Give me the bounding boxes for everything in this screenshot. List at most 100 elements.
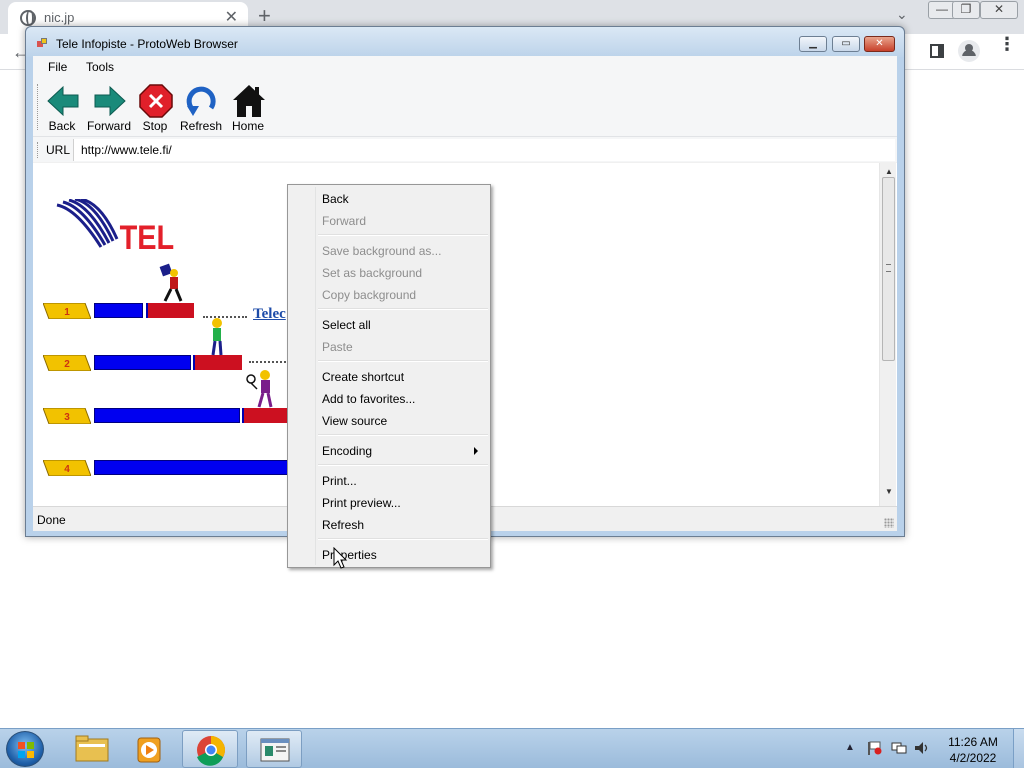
show-desktop-button[interactable] <box>1013 729 1024 768</box>
context-menu-item-forward[interactable]: Forward <box>290 209 488 231</box>
home-label: Home <box>231 119 264 133</box>
show-hidden-icons-button[interactable]: ▲ <box>845 742 855 753</box>
context-menu-item-set-as-background[interactable]: Set as background <box>290 261 488 283</box>
dotted-leader <box>249 361 289 363</box>
menu-separator <box>318 360 488 362</box>
chrome-restore-button[interactable]: ❐ <box>952 1 980 19</box>
chrome-close-button[interactable]: ✕ <box>980 1 1018 19</box>
back-arrow-icon <box>47 85 79 117</box>
window-title: Tele Infopiste - ProtoWeb Browser <box>56 37 238 51</box>
context-menu-item-copy-background[interactable]: Copy background <box>290 283 488 305</box>
back-button[interactable]: Back <box>39 82 85 134</box>
context-menu-item-label: Encoding <box>322 444 373 458</box>
home-icon <box>233 85 265 117</box>
menu-file[interactable]: File <box>48 60 67 74</box>
home-button[interactable]: Home <box>225 82 271 134</box>
profile-avatar-icon[interactable] <box>958 40 980 62</box>
tab-search-button[interactable]: ⌄ <box>896 6 908 23</box>
rank-step-1 <box>146 303 194 318</box>
menu-separator <box>318 464 488 466</box>
menu-separator <box>318 434 488 436</box>
context-menu-item-save-background-as[interactable]: Save background as... <box>290 239 488 261</box>
refresh-icon <box>186 86 216 116</box>
context-menu-item-label: Back <box>322 192 349 206</box>
rank-tag-4: 4 <box>43 460 91 476</box>
context-menu-item-label: Add to favorites... <box>322 392 416 406</box>
scroll-thumb[interactable] <box>882 177 895 361</box>
context-menu: Back Forward Save background as... Set as b… <box>287 184 491 568</box>
taskbar-media-player[interactable] <box>122 730 178 768</box>
context-menu-item-encoding[interactable]: Encoding <box>290 439 488 461</box>
network-icon[interactable] <box>891 741 907 755</box>
menu-separator <box>318 538 488 540</box>
context-menu-item-select-all[interactable]: Select all <box>290 313 488 335</box>
tab-close-icon[interactable]: ✕ <box>225 7 238 27</box>
context-menu-item-label: Forward <box>322 214 367 228</box>
action-center-flag-icon[interactable] <box>866 741 882 755</box>
taskbar-chrome[interactable] <box>182 730 238 768</box>
start-button[interactable] <box>6 731 44 767</box>
url-input[interactable] <box>73 139 895 161</box>
logo-text: TELE <box>120 218 175 251</box>
menu-separator <box>318 308 488 310</box>
protoweb-app-icon <box>37 38 48 47</box>
context-menu-item-label: Select all <box>322 318 371 332</box>
volume-icon[interactable] <box>914 741 930 755</box>
explorer-folder-icon <box>75 735 109 762</box>
urlbar-grip[interactable] <box>37 142 40 158</box>
resize-grip-icon[interactable] <box>884 518 894 528</box>
forward-arrow-icon <box>94 85 126 117</box>
context-menu-item-label: Print... <box>322 474 357 488</box>
context-menu-item-add-to-favorites[interactable]: Add to favorites... <box>290 387 488 409</box>
rank-bar-3 <box>94 408 240 423</box>
clock-time[interactable]: 11:26 AM <box>940 735 1006 749</box>
maximize-button[interactable]: ▭ <box>832 36 860 52</box>
url-label: URL <box>46 143 71 157</box>
minimize-button[interactable]: ▁ <box>799 36 827 52</box>
rank-tag-2: 2 <box>43 355 91 371</box>
rank-number: 3 <box>64 412 70 423</box>
context-menu-item-print[interactable]: Print... <box>290 469 488 491</box>
close-button[interactable]: ✕ <box>864 36 895 52</box>
globe-icon <box>20 10 36 26</box>
chrome-menu-button[interactable]: ⋮ <box>998 35 1016 53</box>
context-menu-item-label: Save background as... <box>322 244 442 258</box>
context-menu-item-create-shortcut[interactable]: Create shortcut <box>290 365 488 387</box>
context-menu-item-print-preview[interactable]: Print preview... <box>290 491 488 513</box>
scroll-down-arrow-icon[interactable]: ▼ <box>885 487 893 496</box>
context-menu-item-label: Properties <box>322 548 377 562</box>
refresh-button[interactable]: Refresh <box>178 82 224 134</box>
context-menu-item-view-source[interactable]: View source <box>290 409 488 431</box>
clock-date[interactable]: 4/2/2022 <box>940 751 1006 765</box>
context-menu-item-label: Print preview... <box>322 496 401 510</box>
runner-figure-icon <box>159 263 183 302</box>
context-menu-item-refresh[interactable]: Refresh <box>290 513 488 535</box>
menu-tools[interactable]: Tools <box>86 60 114 74</box>
vertical-scrollbar[interactable]: ▲ ▼ <box>879 163 896 506</box>
scroll-up-arrow-icon[interactable]: ▲ <box>885 167 893 176</box>
taskbar-explorer[interactable] <box>64 730 120 768</box>
site-link[interactable]: Telec <box>253 306 286 323</box>
context-menu-item-label: View source <box>322 414 388 428</box>
toolbar: Back Forward Stop Refresh Home <box>33 78 897 136</box>
context-menu-item-paste[interactable]: Paste <box>290 335 488 357</box>
rank-number: 1 <box>64 307 70 318</box>
rank-number: 4 <box>64 464 70 475</box>
menubar: File Tools <box>33 56 897 78</box>
menu-separator <box>318 234 488 236</box>
side-panel-icon[interactable] <box>930 44 944 58</box>
taskbar-protoweb[interactable] <box>246 730 302 768</box>
runner-figure-icon <box>246 370 273 408</box>
context-menu-item-properties[interactable]: Properties <box>290 543 488 565</box>
rank-bar-4 <box>94 460 290 475</box>
rank-step-3 <box>242 408 287 423</box>
media-player-icon <box>137 737 161 763</box>
windows-logo-icon <box>18 742 34 758</box>
context-menu-item-back[interactable]: Back <box>290 187 488 209</box>
tele-logo: TELE <box>56 199 175 251</box>
protoweb-titlebar[interactable]: Tele Infopiste - ProtoWeb Browser ▁ ▭ ✕ <box>26 27 904 57</box>
rank-bar-1 <box>94 303 143 318</box>
rank-number: 2 <box>64 359 70 370</box>
runner-figure-icon <box>211 318 223 356</box>
mouse-pointer-icon <box>333 547 348 569</box>
